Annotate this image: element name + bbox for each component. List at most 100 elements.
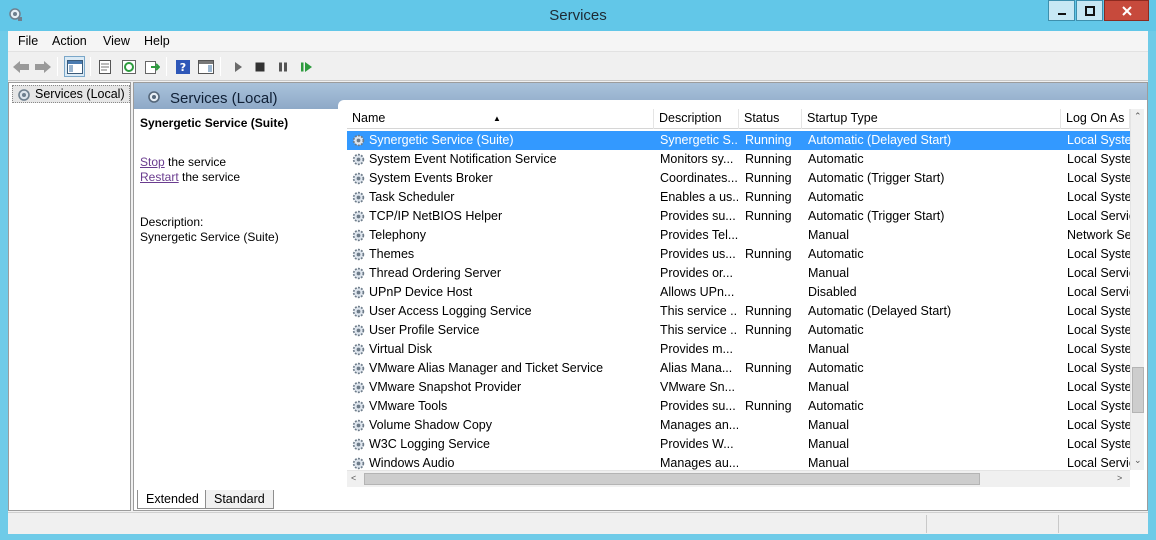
scroll-left-icon[interactable]: < — [351, 473, 356, 483]
start-service-button[interactable] — [227, 56, 248, 77]
menu-help[interactable]: Help — [144, 34, 170, 48]
stop-service-icon — [255, 62, 264, 71]
vertical-scroll-thumb[interactable] — [1132, 367, 1144, 413]
cell-status: Running — [745, 190, 792, 204]
horizontal-scrollbar[interactable]: < > — [347, 470, 1130, 487]
column-header-log-on-as[interactable]: Log On As — [1061, 109, 1130, 129]
list-header: Name ▲ Description Status Startup Type L… — [347, 109, 1130, 129]
table-row[interactable]: User Profile Service This service ... Runn… — [347, 321, 1131, 340]
cell-startup-type: Manual — [808, 228, 849, 242]
cell-description: Alias Mana... — [660, 361, 733, 375]
cell-startup-type: Automatic (Trigger Start) — [808, 171, 945, 185]
properties-button[interactable] — [94, 56, 115, 77]
table-row[interactable]: W3C Logging Service Provides W... Manual Lo… — [347, 435, 1131, 454]
table-row[interactable]: VMware Alias Manager and Ticket Service A… — [347, 359, 1131, 378]
help-button[interactable]: ? — [172, 56, 193, 77]
scroll-down-icon[interactable]: ⌄ — [1134, 455, 1142, 466]
table-row[interactable]: VMware Tools Provides su... Running Automat… — [347, 397, 1131, 416]
tab-extended[interactable]: Extended — [137, 490, 208, 509]
show-action-pane-button[interactable] — [195, 56, 216, 77]
cell-description: Manages an... — [660, 418, 738, 432]
service-gear-icon — [351, 380, 366, 395]
title-bar[interactable]: Services — [0, 0, 1156, 31]
service-gear-icon — [351, 285, 366, 300]
column-header-status[interactable]: Status — [739, 109, 802, 129]
description-label: Description: — [140, 215, 204, 229]
menu-action[interactable]: Action — [52, 34, 87, 48]
cell-log-on-as: Local System — [1067, 152, 1131, 166]
table-row[interactable]: User Access Logging Service This service … — [347, 302, 1131, 321]
table-row[interactable]: Synergetic Service (Suite) Synergetic S..… — [347, 131, 1131, 150]
cell-status: Running — [745, 247, 792, 261]
cell-startup-type: Automatic (Delayed Start) — [808, 304, 952, 318]
service-gear-icon — [351, 437, 366, 452]
cell-status: Running — [745, 323, 792, 337]
table-row[interactable]: Telephony Provides Tel... Manual Network Se… — [347, 226, 1131, 245]
table-row[interactable]: Thread Ordering Server Provides or... Manu… — [347, 264, 1131, 283]
stop-service-button[interactable] — [249, 56, 270, 77]
service-gear-icon — [351, 152, 366, 167]
table-row[interactable]: UPnP Device Host Allows UPn... Disabled Loc… — [347, 283, 1131, 302]
service-gear-icon — [351, 304, 366, 319]
scroll-up-icon[interactable]: ⌃ — [1134, 111, 1142, 122]
cell-description: Provides us... — [660, 247, 736, 261]
horizontal-scroll-thumb[interactable] — [364, 473, 980, 485]
maximize-button[interactable] — [1076, 0, 1103, 21]
forward-button[interactable] — [32, 56, 53, 77]
column-header-name[interactable]: Name ▲ — [347, 109, 654, 129]
column-header-description[interactable]: Description — [654, 109, 739, 129]
close-button[interactable] — [1104, 0, 1149, 21]
vertical-scrollbar[interactable]: ⌃ ⌄ — [1130, 109, 1144, 470]
resume-service-button[interactable] — [296, 56, 317, 77]
cell-name: UPnP Device Host — [369, 285, 473, 299]
cell-name: Task Scheduler — [369, 190, 455, 204]
cell-status: Running — [745, 133, 792, 147]
tree-item-services-local[interactable]: Services (Local) — [12, 85, 130, 103]
service-gear-icon — [351, 399, 366, 414]
show-hide-console-tree-button[interactable] — [64, 56, 85, 77]
table-row[interactable]: VMware Snapshot Provider VMware Sn... Manu… — [347, 378, 1131, 397]
pause-service-button[interactable] — [272, 56, 293, 77]
column-header-startup-type[interactable]: Startup Type — [802, 109, 1061, 129]
cell-log-on-as: Network Service — [1067, 228, 1131, 242]
maximize-icon — [1084, 5, 1095, 16]
cell-name: VMware Snapshot Provider — [369, 380, 522, 394]
cell-startup-type: Automatic (Delayed Start) — [808, 133, 952, 147]
back-button[interactable] — [10, 56, 31, 77]
cell-status: Running — [745, 171, 792, 185]
export-list-button[interactable] — [141, 56, 162, 77]
tab-standard[interactable]: Standard — [205, 490, 274, 509]
refresh-button[interactable] — [118, 56, 139, 77]
table-row[interactable]: System Event Notification Service Monitor… — [347, 150, 1131, 169]
cell-description: Provides m... — [660, 342, 733, 356]
minimize-button[interactable] — [1048, 0, 1075, 21]
description-text: Synergetic Service (Suite) — [140, 230, 279, 244]
cell-description: Provides su... — [660, 209, 736, 223]
service-gear-icon — [351, 342, 366, 357]
cell-name: Volume Shadow Copy — [369, 418, 492, 432]
scroll-right-icon[interactable]: > — [1117, 473, 1122, 483]
table-row[interactable]: TCP/IP NetBIOS Helper Provides su... Runni… — [347, 207, 1131, 226]
table-row[interactable]: Virtual Disk Provides m... Manual Local Sys… — [347, 340, 1131, 359]
refresh-icon — [121, 59, 136, 74]
table-row[interactable]: Task Scheduler Enables a us... Running Auto… — [347, 188, 1131, 207]
cell-startup-type: Manual — [808, 418, 849, 432]
restart-service-link[interactable]: Restart — [140, 170, 179, 184]
table-row[interactable]: Volume Shadow Copy Manages an... Manual Loc… — [347, 416, 1131, 435]
cell-name: User Profile Service — [369, 323, 480, 337]
back-icon — [12, 60, 29, 73]
cell-startup-type: Automatic — [808, 323, 864, 337]
menu-file[interactable]: File — [18, 34, 38, 48]
cell-name: User Access Logging Service — [369, 304, 532, 318]
stop-line-text: the service — [164, 155, 227, 169]
stop-service-link[interactable]: Stop — [140, 155, 165, 169]
table-row[interactable]: Themes Provides us... Running Automatic Loca… — [347, 245, 1131, 264]
cell-startup-type: Automatic — [808, 361, 864, 375]
cell-description: This service ... — [660, 304, 738, 318]
minimize-icon — [1057, 12, 1066, 15]
cell-description: Coordinates... — [660, 171, 738, 185]
sort-ascending-icon: ▲ — [493, 114, 501, 123]
restart-line: Restart the service — [140, 170, 240, 184]
table-row[interactable]: System Events Broker Coordinates... Runnin… — [347, 169, 1131, 188]
menu-view[interactable]: View — [103, 34, 130, 48]
